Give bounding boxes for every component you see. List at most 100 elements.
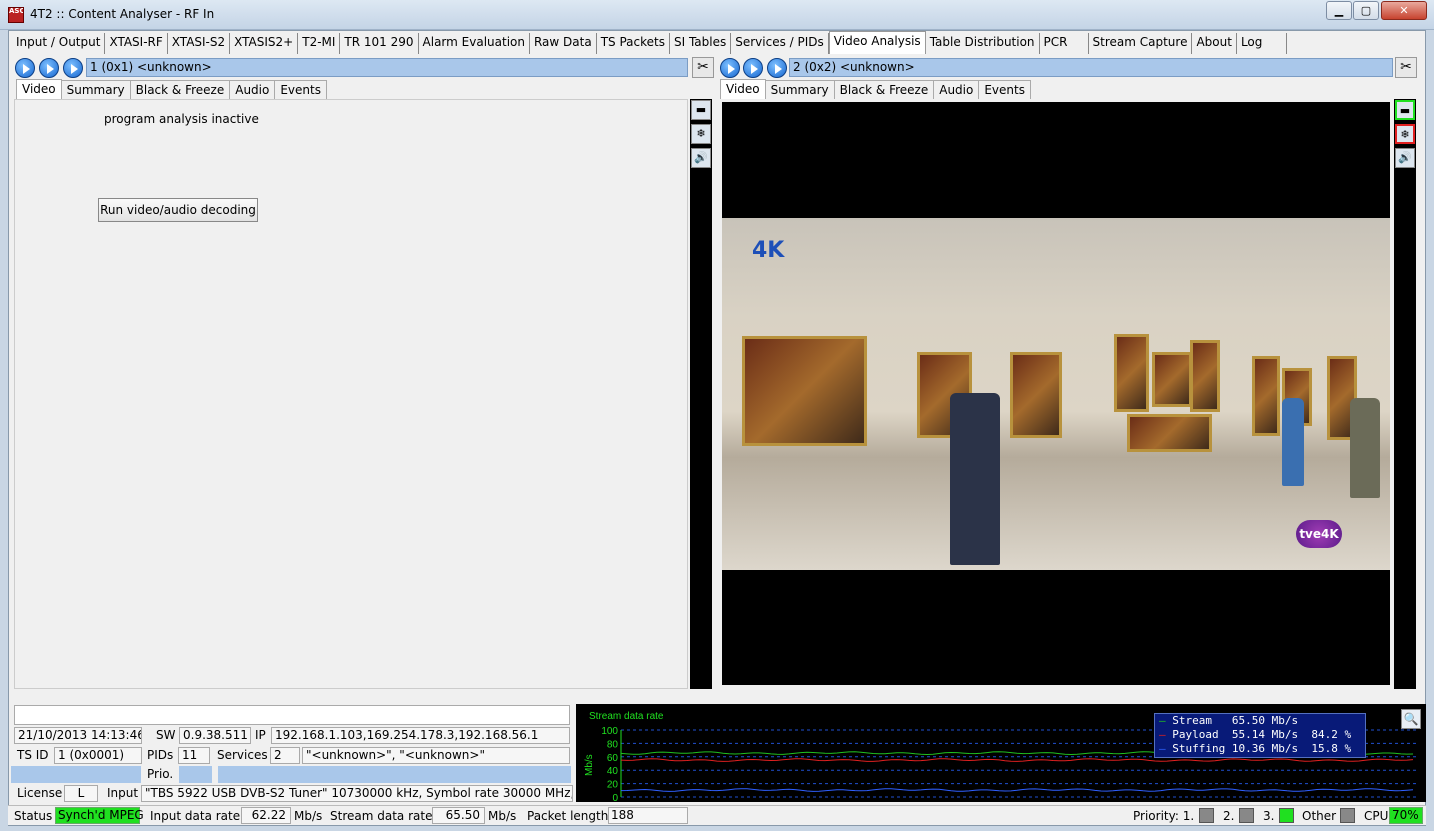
tab-raw-data[interactable]: Raw Data bbox=[529, 33, 597, 54]
tsid-label: TS ID bbox=[17, 748, 49, 762]
rewind-icon[interactable] bbox=[39, 58, 59, 78]
priority-3-indicator bbox=[1279, 808, 1294, 823]
left-level-sidebar: ▬ ❄ 🔊 bbox=[690, 99, 712, 689]
priority-3-label: 3. bbox=[1263, 809, 1275, 823]
play-icon[interactable] bbox=[63, 58, 83, 78]
tab-video-analysis[interactable]: Video Analysis bbox=[828, 31, 926, 54]
play-icon[interactable] bbox=[767, 58, 787, 78]
minimize-button[interactable]: ▁ bbox=[1326, 1, 1352, 20]
run-decoding-button[interactable]: Run video/audio decoding bbox=[98, 198, 258, 222]
y-tick-label: 20 bbox=[607, 780, 619, 791]
tab-ts-packets[interactable]: TS Packets bbox=[596, 33, 670, 54]
license-label: License bbox=[17, 786, 63, 800]
input-label: Input bbox=[107, 786, 139, 800]
legend-payload: — Payload 55.14 Mb/s 84.2 % bbox=[1159, 728, 1352, 741]
ip-label: IP bbox=[255, 728, 266, 742]
cpu-label: CPU bbox=[1364, 809, 1389, 823]
priority-label: Priority: 1. bbox=[1133, 809, 1195, 823]
pids-field: 11 bbox=[178, 747, 210, 764]
tab-xtasis2plus[interactable]: XTASIS2+ bbox=[230, 33, 299, 54]
title-bar: ASC 4T2 :: Content Analyser - RF In ▁ ▢ … bbox=[0, 0, 1434, 30]
subtab-events[interactable]: Events bbox=[274, 80, 327, 99]
rewind-icon[interactable] bbox=[743, 58, 763, 78]
sw-field: 0.9.38.511 bbox=[179, 727, 251, 744]
priority-2-label: 2. bbox=[1223, 809, 1235, 823]
left-program-selector[interactable]: 1 (0x1) <unknown> bbox=[86, 58, 688, 77]
ip-field: 192.168.1.103,169.254.178.3,192.168.56.1 bbox=[271, 727, 570, 744]
right-subtabs: Video Summary Black & Freeze Audio Event… bbox=[720, 79, 1031, 99]
monitor-icon[interactable]: ▬ bbox=[1395, 100, 1415, 120]
tab-stream-capture[interactable]: Stream Capture bbox=[1088, 33, 1193, 54]
input-rate-unit: Mb/s bbox=[294, 809, 323, 823]
y-tick-label: 40 bbox=[607, 766, 619, 777]
tab-tr-101-290[interactable]: TR 101 290 bbox=[340, 33, 419, 54]
tab-t2-mi[interactable]: T2-MI bbox=[298, 33, 341, 54]
legend-stream: — Stream 65.50 Mb/s bbox=[1159, 714, 1299, 727]
input-field: "TBS 5922 USB DVB-S2 Tuner" 10730000 kHz… bbox=[141, 785, 573, 802]
subtab-video[interactable]: Video bbox=[16, 79, 62, 99]
cpu-value: 70% bbox=[1389, 807, 1423, 824]
message-field[interactable] bbox=[14, 705, 570, 725]
subtab-summary[interactable]: Summary bbox=[764, 80, 835, 99]
stream-rate-unit: Mb/s bbox=[488, 809, 517, 823]
zoom-icon[interactable]: 🔍 bbox=[1401, 709, 1421, 729]
tve-logo: tve4K bbox=[1296, 520, 1342, 548]
analysis-status-text: program analysis inactive bbox=[104, 112, 259, 126]
close-button[interactable]: ✕ bbox=[1381, 1, 1427, 20]
maximize-button[interactable]: ▢ bbox=[1353, 1, 1379, 20]
tab-si-tables[interactable]: SI Tables bbox=[669, 33, 732, 54]
blue-bar bbox=[218, 766, 571, 783]
blue-bar bbox=[179, 766, 212, 783]
tools-icon[interactable]: ✂ bbox=[1395, 57, 1417, 78]
datetime-field: 21/10/2013 14:13:46 bbox=[14, 727, 142, 744]
stop-icon[interactable] bbox=[15, 58, 35, 78]
speaker-icon[interactable]: 🔊 bbox=[1395, 148, 1415, 168]
input-rate-value: 62.22 bbox=[241, 807, 291, 824]
tools-icon[interactable]: ✂ bbox=[692, 57, 714, 78]
subtab-black-freeze[interactable]: Black & Freeze bbox=[833, 80, 935, 99]
stream-rate-chart: Stream data rate Mb/s 100 80 60 40 20 0 — Strea… bbox=[576, 704, 1426, 804]
tab-xtasi-s2[interactable]: XTASI-S2 bbox=[167, 33, 231, 54]
stream-rate-value: 65.50 bbox=[432, 807, 485, 824]
y-axis-label: Mb/s bbox=[584, 754, 595, 776]
series-line-stuffing bbox=[620, 788, 1414, 792]
subtab-audio[interactable]: Audio bbox=[229, 80, 276, 99]
right-level-sidebar: ▬ ❄ 🔊 bbox=[1394, 99, 1416, 689]
speaker-icon[interactable]: 🔊 bbox=[691, 148, 711, 168]
tab-services-pids[interactable]: Services / PIDs bbox=[731, 33, 829, 54]
freeze-icon[interactable]: ❄ bbox=[1395, 124, 1415, 144]
tab-table-distribution[interactable]: Table Distribution bbox=[925, 33, 1040, 54]
tab-pcr[interactable]: PCR bbox=[1039, 33, 1089, 54]
subtab-black-freeze[interactable]: Black & Freeze bbox=[129, 80, 231, 99]
stream-rate-label: Stream data rate bbox=[330, 809, 433, 823]
window-title: 4T2 :: Content Analyser - RF In bbox=[30, 7, 215, 21]
tab-alarm-evaluation[interactable]: Alarm Evaluation bbox=[418, 33, 530, 54]
subtab-video[interactable]: Video bbox=[720, 79, 766, 99]
other-indicator bbox=[1340, 808, 1355, 823]
y-tick-label: 100 bbox=[601, 726, 618, 737]
freeze-icon[interactable]: ❄ bbox=[691, 124, 711, 144]
monitor-icon[interactable]: ▬ bbox=[691, 100, 711, 120]
tab-about[interactable]: About bbox=[1192, 33, 1237, 54]
tab-log[interactable]: Log bbox=[1236, 33, 1288, 54]
subtab-summary[interactable]: Summary bbox=[60, 80, 131, 99]
stop-icon[interactable] bbox=[720, 58, 740, 78]
right-program-selector[interactable]: 2 (0x2) <unknown> bbox=[789, 58, 1393, 77]
y-tick-label: 60 bbox=[607, 753, 619, 764]
subtab-audio[interactable]: Audio bbox=[933, 80, 980, 99]
blue-bar bbox=[11, 766, 141, 783]
video-frame: 4K tve4K bbox=[722, 102, 1390, 685]
chart-legend: — Stream 65.50 Mb/s — Payload 55.14 Mb/s … bbox=[1154, 713, 1366, 758]
packet-length-label: Packet length bbox=[527, 809, 609, 823]
legend-stuffing: — Stuffing 10.36 Mb/s 15.8 % bbox=[1159, 742, 1352, 755]
services-field: 2 bbox=[270, 747, 300, 764]
pids-label: PIDs bbox=[147, 748, 174, 762]
subtab-events[interactable]: Events bbox=[978, 80, 1031, 99]
sync-status-badge: Synch'd MPEG bbox=[55, 807, 144, 824]
tab-input-output[interactable]: Input / Output bbox=[12, 33, 106, 54]
license-field: L bbox=[64, 785, 98, 802]
other-label: Other bbox=[1302, 809, 1337, 823]
y-tick-label: 0 bbox=[612, 793, 618, 802]
tab-xtasi-rf[interactable]: XTASI-RF bbox=[105, 33, 168, 54]
series-line-payload bbox=[620, 758, 1414, 762]
